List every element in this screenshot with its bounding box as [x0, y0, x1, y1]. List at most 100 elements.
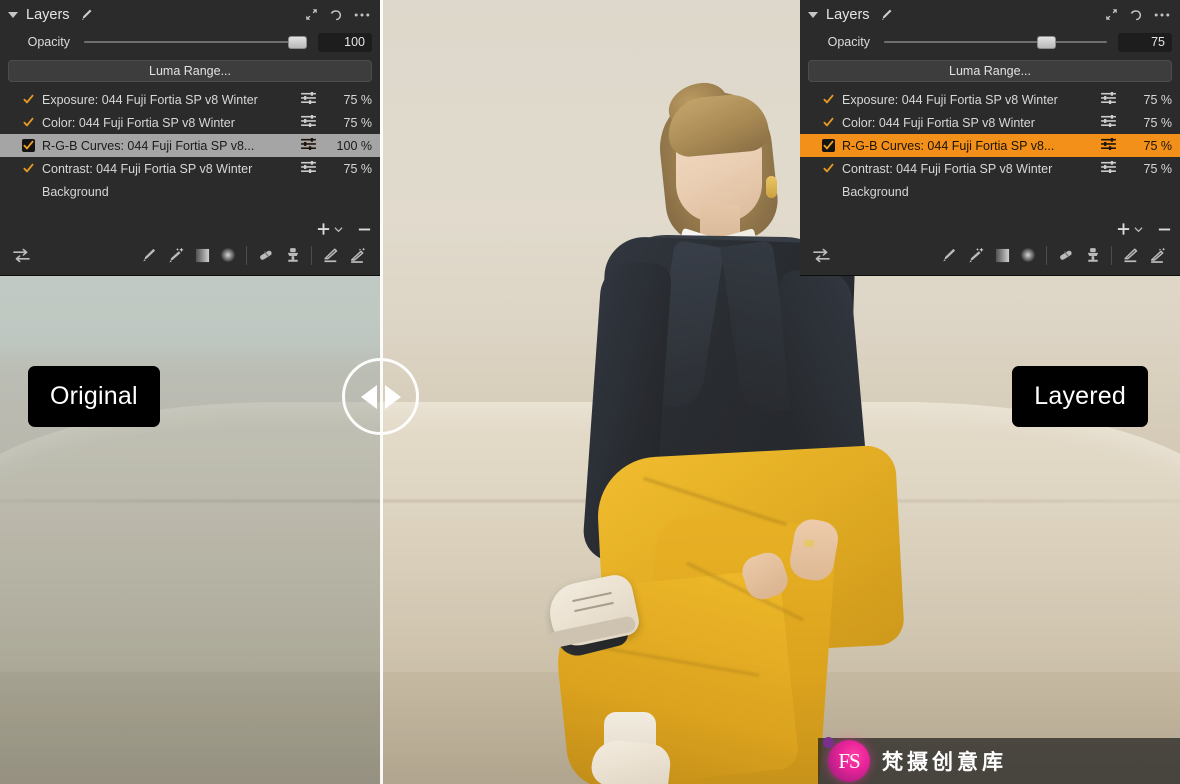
triangle-right-icon — [384, 384, 401, 409]
slider-knob[interactable] — [1037, 35, 1056, 49]
slider-knob[interactable] — [288, 35, 307, 49]
layer-visibility-checkbox[interactable] — [822, 162, 835, 175]
layers-panel-left: Layers Opacity 100 Luma Range... Exposur… — [0, 0, 380, 276]
slider-track — [84, 41, 307, 43]
layer-visibility-checkbox[interactable] — [822, 139, 835, 152]
watermark-text: 梵摄创意库 — [882, 750, 1007, 774]
comparison-slider-handle[interactable] — [342, 358, 419, 435]
radial-gradient-icon[interactable] — [1020, 247, 1036, 263]
tool-separator — [1046, 245, 1047, 265]
layer-visibility-checkbox[interactable] — [22, 116, 35, 129]
watermark-logo-icon: FS — [823, 737, 870, 782]
triangle-left-icon — [360, 384, 377, 409]
layer-name: Exposure: 044 Fuji Fortia SP v8 Winter — [42, 92, 258, 107]
erase-all-icon[interactable] — [1149, 246, 1167, 264]
layer-adjustments-icon[interactable] — [1101, 114, 1116, 130]
layer-list-right: Exposure: 044 Fuji Fortia SP v8 Winter 75… — [800, 88, 1180, 203]
opacity-row-right: Opacity 75 — [800, 29, 1180, 55]
layer-visibility-checkbox[interactable] — [822, 93, 835, 106]
layer-row[interactable]: Background — [0, 180, 380, 203]
clone-stamp-icon[interactable] — [1085, 247, 1101, 263]
radial-gradient-icon[interactable] — [220, 247, 236, 263]
remove-layer-button[interactable] — [1157, 222, 1172, 237]
add-layer-button[interactable] — [1116, 222, 1143, 237]
opacity-value-left[interactable]: 100 — [318, 32, 372, 52]
layer-adjustments-icon[interactable] — [301, 91, 316, 107]
layer-row[interactable]: Exposure: 044 Fuji Fortia SP v8 Winter 75… — [800, 88, 1180, 111]
opacity-slider-right[interactable] — [884, 34, 1107, 50]
adjust-transfer-icon[interactable] — [13, 248, 30, 263]
erase-icon[interactable] — [1122, 247, 1139, 264]
clone-stamp-icon[interactable] — [285, 247, 301, 263]
layer-opacity-percent: 100 % — [336, 138, 372, 153]
layer-opacity-percent: 75 % — [1143, 115, 1173, 130]
opacity-slider-left[interactable] — [84, 34, 307, 50]
luma-range-button-left[interactable]: Luma Range... — [8, 60, 372, 82]
layer-visibility-checkbox[interactable] — [22, 93, 35, 106]
watermark-logo-text: FS — [838, 748, 860, 773]
heal-icon[interactable] — [1057, 247, 1075, 263]
reset-arrow-icon[interactable] — [329, 8, 343, 22]
layer-name: R-G-B Curves: 044 Fuji Fortia SP v8... — [42, 138, 255, 153]
reset-arrow-icon[interactable] — [1129, 8, 1143, 22]
erase-icon[interactable] — [322, 247, 339, 264]
layer-tools-left — [0, 238, 380, 272]
layered-badge: Layered — [1012, 366, 1148, 427]
panel-header-left: Layers — [0, 0, 380, 29]
layer-adjustments-icon[interactable] — [1101, 91, 1116, 107]
brush-icon[interactable] — [940, 247, 957, 264]
slider-track — [884, 41, 1107, 43]
ellipsis-icon[interactable] — [1154, 12, 1170, 18]
magic-brush-icon[interactable] — [167, 247, 185, 264]
opacity-label-left: Opacity — [27, 35, 70, 49]
panel-title-right: Layers — [826, 6, 870, 23]
brush-icon[interactable] — [879, 8, 893, 22]
original-badge: Original — [28, 366, 160, 427]
layer-opacity-percent: 75 % — [1143, 138, 1173, 153]
chevron-down-icon — [1134, 227, 1143, 233]
linear-gradient-icon[interactable] — [995, 248, 1010, 263]
panel-title-left: Layers — [26, 6, 70, 23]
layer-opacity-percent: 75 % — [1143, 92, 1173, 107]
brush-icon[interactable] — [79, 8, 93, 22]
layer-adjustments-icon[interactable] — [1101, 137, 1116, 153]
layer-row[interactable]: Color: 044 Fuji Fortia SP v8 Winter 75 % — [800, 111, 1180, 134]
linear-gradient-icon[interactable] — [195, 248, 210, 263]
layer-name: Background — [42, 184, 109, 199]
layer-visibility-checkbox[interactable] — [822, 116, 835, 129]
layer-row[interactable]: R-G-B Curves: 044 Fuji Fortia SP v8... 10… — [0, 134, 380, 157]
ellipsis-icon[interactable] — [354, 12, 370, 18]
luma-range-button-right[interactable]: Luma Range... — [808, 60, 1172, 82]
layer-visibility-checkbox[interactable] — [22, 162, 35, 175]
remove-layer-button[interactable] — [357, 222, 372, 237]
brush-icon[interactable] — [140, 247, 157, 264]
panel-header-right: Layers — [800, 0, 1180, 29]
layer-adjustments-icon[interactable] — [301, 114, 316, 130]
layer-row[interactable]: Color: 044 Fuji Fortia SP v8 Winter 75 % — [0, 111, 380, 134]
layer-row[interactable]: Exposure: 044 Fuji Fortia SP v8 Winter 75… — [0, 88, 380, 111]
add-layer-button[interactable] — [316, 222, 343, 237]
layer-opacity-percent: 75 % — [1143, 161, 1173, 176]
layer-row[interactable]: Contrast: 044 Fuji Fortia SP v8 Winter 75… — [0, 157, 380, 180]
layer-adjustments-icon[interactable] — [301, 160, 316, 176]
opacity-row-left: Opacity 100 — [0, 29, 380, 55]
chevron-down-icon[interactable] — [8, 11, 18, 18]
layer-visibility-checkbox[interactable] — [22, 139, 35, 152]
opacity-value-right[interactable]: 75 — [1118, 32, 1172, 52]
layer-add-remove-left — [316, 222, 372, 237]
layer-adjustments-icon[interactable] — [1101, 160, 1116, 176]
layer-name: Background — [842, 184, 909, 199]
magic-brush-icon[interactable] — [967, 247, 985, 264]
heal-icon[interactable] — [257, 247, 275, 263]
layer-row[interactable]: Contrast: 044 Fuji Fortia SP v8 Winter 75… — [800, 157, 1180, 180]
layers-panel-right: Layers Opacity 75 Luma Range... Exposure… — [800, 0, 1180, 276]
expand-arrows-icon[interactable] — [1105, 8, 1118, 21]
erase-all-icon[interactable] — [349, 246, 367, 264]
layer-row[interactable]: R-G-B Curves: 044 Fuji Fortia SP v8... 75… — [800, 134, 1180, 157]
layer-row[interactable]: Background — [800, 180, 1180, 203]
expand-arrows-icon[interactable] — [305, 8, 318, 21]
layer-name: Exposure: 044 Fuji Fortia SP v8 Winter — [842, 92, 1058, 107]
adjust-transfer-icon[interactable] — [813, 248, 830, 263]
layer-adjustments-icon[interactable] — [301, 137, 316, 153]
chevron-down-icon[interactable] — [808, 11, 818, 18]
